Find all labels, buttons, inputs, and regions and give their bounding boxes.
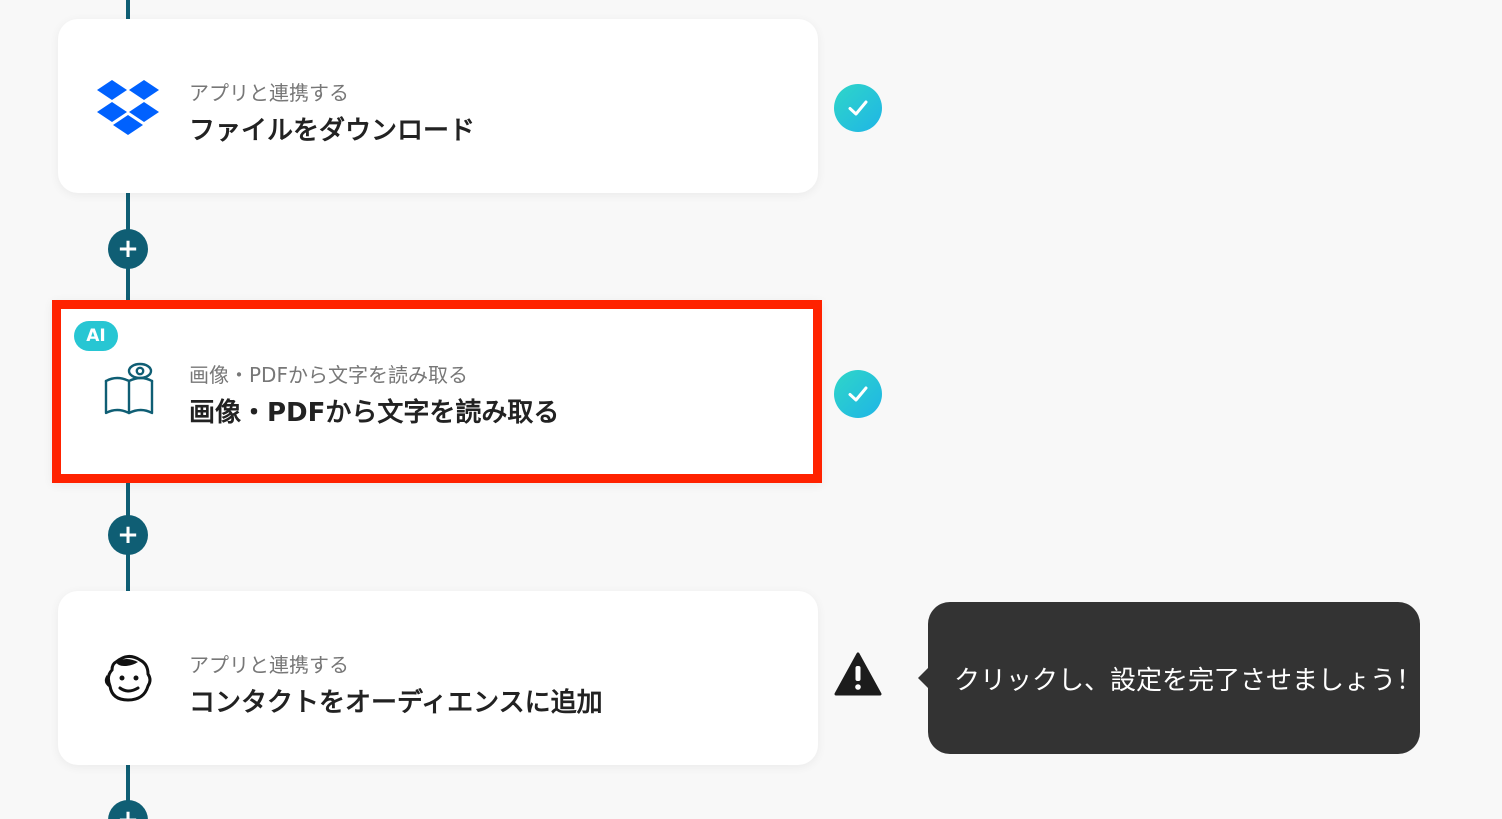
complete-check-icon	[834, 370, 882, 418]
step-title: コンタクトをオーディエンスに追加	[189, 688, 603, 718]
dropbox-icon	[96, 77, 160, 137]
setup-tooltip: クリックし、設定を完了させましょう！	[928, 602, 1423, 754]
step-card-ocr[interactable]: AI 画像・PDFから文字を読み取る 画像・PDFから文字を読み取る	[52, 300, 822, 483]
add-step-button[interactable]: +	[108, 229, 148, 269]
complete-check-icon	[834, 84, 882, 132]
tooltip-text: クリックし、設定を完了させましょう！	[954, 665, 1423, 696]
step-subtitle: アプリと連携する	[189, 81, 349, 105]
flow-connector	[126, 0, 130, 20]
step-title: 画像・PDFから文字を読み取る	[189, 398, 560, 428]
warning-icon	[834, 652, 882, 696]
add-step-button[interactable]: +	[108, 800, 148, 819]
step-title: ファイルをダウンロード	[189, 116, 476, 146]
step-subtitle: アプリと連携する	[189, 653, 349, 677]
ai-badge: AI	[74, 321, 118, 351]
add-step-button[interactable]: +	[108, 515, 148, 555]
step-card-download-file[interactable]: アプリと連携する ファイルをダウンロード	[58, 19, 818, 193]
ocr-book-eye-icon	[97, 359, 161, 419]
mailchimp-icon	[96, 649, 160, 709]
step-subtitle: 画像・PDFから文字を読み取る	[189, 363, 468, 387]
flow-canvas: アプリと連携する ファイルをダウンロード + AI 画像・PDFから文字を読み取…	[0, 0, 1502, 819]
step-card-add-contact[interactable]: アプリと連携する コンタクトをオーディエンスに追加	[58, 591, 818, 765]
